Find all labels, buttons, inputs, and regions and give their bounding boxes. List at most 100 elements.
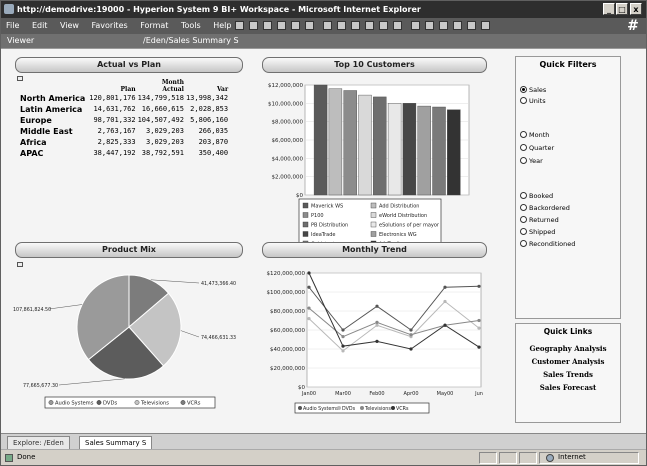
pie-value-label: 74,466,631.33 (201, 335, 236, 341)
radio-month[interactable]: Month (520, 131, 549, 140)
top-10-customers-header[interactable]: Top 10 Customers (262, 57, 487, 73)
radio-booked[interactable]: Booked (520, 192, 553, 201)
region-cell: North America (20, 94, 86, 103)
plan-cell: 2,763,167 (97, 127, 136, 135)
actual-vs-plan-header[interactable]: Actual vs Plan (15, 57, 243, 73)
legend-swatch (48, 400, 54, 405)
radio-units[interactable]: Units (520, 97, 546, 106)
legend-swatch (302, 231, 309, 237)
legend-label: VCRs (187, 401, 201, 407)
grid-icon[interactable] (365, 21, 374, 30)
quick-links-panel: Quick Links Geography Analysis Customer … (515, 323, 621, 423)
menu-favorites[interactable]: Favorites (87, 18, 133, 34)
y-tick-label: $6,000,000 (272, 138, 304, 144)
radio-label: Booked (529, 192, 554, 200)
paste-icon[interactable] (351, 21, 360, 30)
x-tick-label: Apr00 (403, 391, 418, 397)
monthly-trend-header[interactable]: Monthly Trend (262, 242, 487, 258)
radio-icon (520, 204, 527, 211)
data-point (477, 318, 481, 323)
x-tick-label: May00 (437, 391, 454, 397)
layout-icon[interactable] (425, 21, 434, 30)
data-point (409, 328, 413, 332)
region-cell: Middle East (20, 127, 73, 136)
menu-help[interactable]: Help (208, 18, 236, 34)
y-tick-label: $4,000,000 (272, 156, 304, 162)
legend-label: Audio Systems (55, 401, 94, 407)
open-icon[interactable] (249, 21, 258, 30)
zoom-icon[interactable] (411, 21, 420, 30)
bar (343, 90, 357, 196)
y-tick-label: $80,000,000 (270, 309, 305, 315)
radio-sales[interactable]: Sales (520, 86, 546, 95)
data-point (341, 335, 345, 339)
plan-cell: 120,801,176 (89, 94, 136, 102)
tab-explore[interactable]: Explore: /Eden (7, 436, 70, 449)
legend-label: Audio Systems (303, 406, 339, 412)
radio-returned[interactable]: Returned (520, 216, 559, 225)
menu-file[interactable]: File (1, 18, 24, 34)
close-button[interactable]: x (630, 3, 642, 15)
data-point (409, 347, 413, 351)
link-sales-forecast[interactable]: Sales Forecast (516, 383, 620, 392)
menu-edit[interactable]: Edit (27, 18, 53, 34)
data-point (443, 299, 447, 304)
data-point (307, 317, 311, 321)
link-geography-analysis[interactable]: Geography Analysis (516, 344, 620, 353)
help-icon[interactable] (467, 21, 476, 30)
legend-label: Add Distribution (379, 204, 419, 210)
radio-label: Backordered (529, 204, 570, 212)
region-cell: Latin America (20, 105, 83, 114)
x-tick-label: Jun (474, 391, 483, 397)
viewer-bar: Viewer /Eden/Sales Summary S (1, 34, 646, 48)
radio-quarter[interactable]: Quarter (520, 144, 554, 153)
minimize-button[interactable]: _ (603, 3, 615, 15)
actual-cell: 104,507,492 (137, 116, 184, 124)
radio-shipped[interactable]: Shipped (520, 228, 555, 237)
product-mix-header[interactable]: Product Mix (15, 242, 243, 258)
copy-icon[interactable] (337, 21, 346, 30)
var-cell: 13,998,342 (185, 94, 229, 102)
radio-year[interactable]: Year (520, 157, 543, 166)
refresh-icon[interactable] (305, 21, 314, 30)
tab-sales-summary[interactable]: Sales Summary S (79, 436, 153, 449)
maximize-button[interactable]: □ (616, 3, 628, 15)
pie-value-label: 107,861,824.50 (13, 307, 51, 313)
legend-swatch (370, 231, 377, 237)
search-icon[interactable] (291, 21, 300, 30)
legend-label: DVDs (103, 401, 117, 407)
menu-tools[interactable]: Tools (176, 18, 206, 34)
menu-view[interactable]: View (55, 18, 84, 34)
info-icon[interactable] (481, 21, 490, 30)
status-cell (519, 452, 537, 464)
link-sales-trends[interactable]: Sales Trends (516, 370, 620, 379)
bar (313, 84, 328, 196)
pie-value-label: 77,665,677.30 (23, 383, 58, 389)
filter-icon[interactable] (393, 21, 402, 30)
cut-icon[interactable] (323, 21, 332, 30)
back-icon[interactable] (235, 21, 244, 30)
print-icon[interactable] (277, 21, 286, 30)
radio-backordered[interactable]: Backordered (520, 204, 570, 213)
radio-icon (520, 97, 527, 104)
legend-label: Maverick WS (311, 204, 343, 210)
leader-line (48, 304, 83, 310)
y-tick-label: $60,000,000 (270, 328, 305, 334)
link-customer-analysis[interactable]: Customer Analysis (516, 357, 620, 366)
y-tick-label: $0 (296, 193, 303, 199)
export-icon[interactable] (439, 21, 448, 30)
top-10-customers-chart: $12,000,000 $10,000,000 $8,000,000 $6,000,0… (268, 83, 470, 252)
bar (432, 106, 446, 196)
save-icon[interactable] (263, 21, 272, 30)
legend-swatch (180, 400, 186, 405)
radio-label: Sales (529, 86, 547, 94)
radio-reconditioned[interactable]: Reconditioned (520, 240, 575, 249)
var-cell: 203,870 (198, 138, 229, 146)
menu-format[interactable]: Format (135, 18, 173, 34)
chart-icon[interactable] (379, 21, 388, 30)
radio-icon (520, 86, 527, 93)
product-mix-chart: 41,473,366.40 74,466,631.33 77,665,677.30 1… (13, 274, 236, 409)
settings-icon[interactable] (453, 21, 462, 30)
region-cell: APAC (20, 149, 44, 158)
zone-label: Internet (558, 453, 586, 461)
